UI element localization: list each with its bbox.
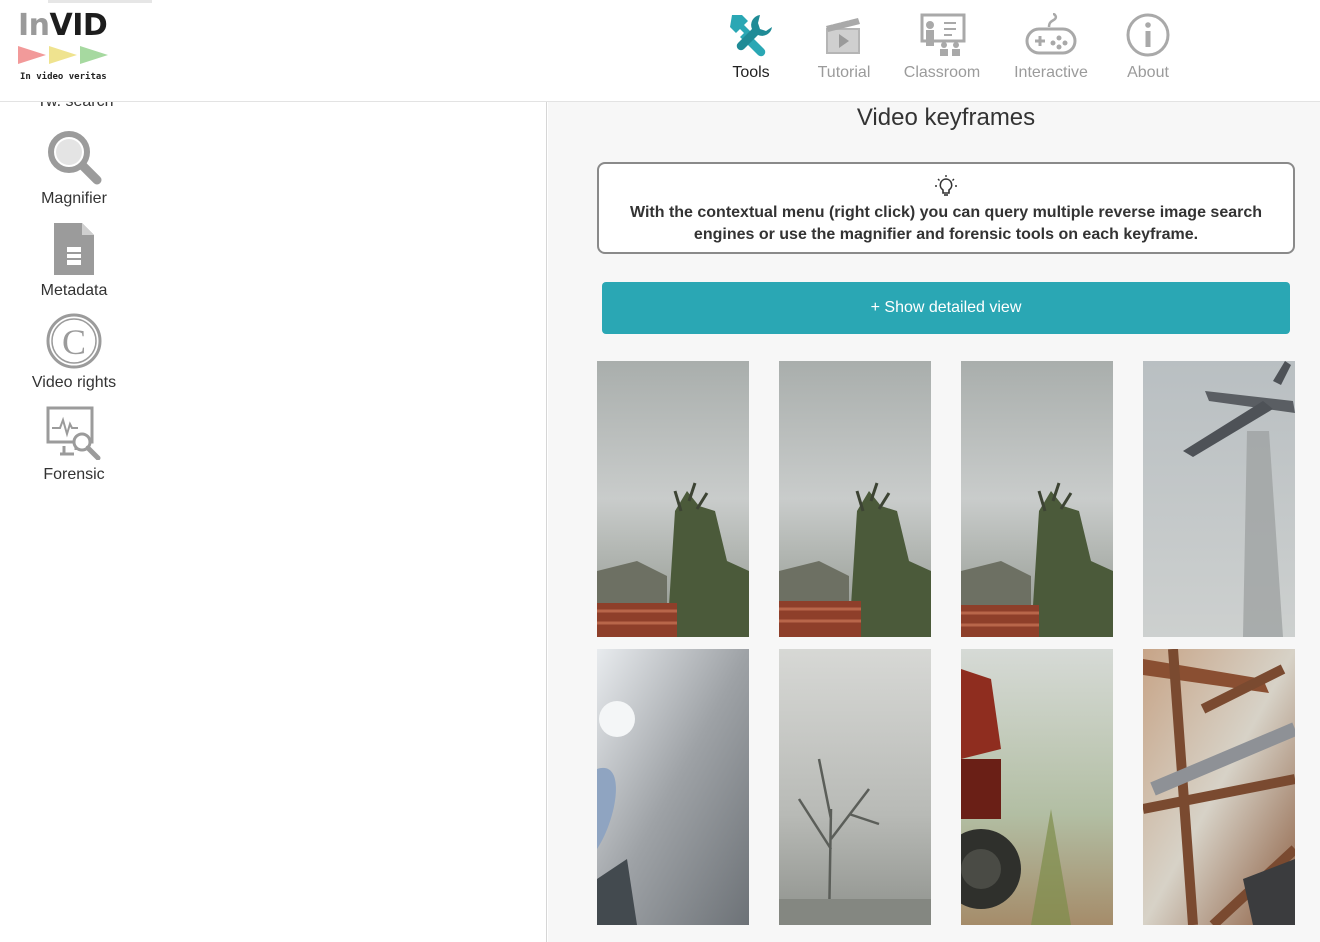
keyframe-4[interactable] [1143,361,1295,637]
keyframe-1[interactable] [597,361,749,637]
sidebar-item-metadata[interactable]: Metadata [24,218,124,300]
tools-sidebar: Tw. search Magnifier Metadata [0,102,547,942]
classroom-icon [894,10,990,60]
gamepad-icon [992,10,1110,60]
main-nav: Tools Tutorial Classroom Interactive Abo… [720,10,1186,82]
main-content: Video keyframes With the contextual menu… [548,102,1320,942]
sidebar-item-forensic[interactable]: Forensic [24,402,124,484]
tools-icon [720,10,782,60]
tip-box: With the contextual menu (right click) y… [597,162,1295,254]
magnifier-icon [24,126,124,188]
forensic-icon [24,402,124,464]
sidebar-item-video-rights[interactable]: C Video rights [24,310,124,392]
copyright-icon: C [24,310,124,372]
nav-tools[interactable]: Tools [720,10,782,82]
keyframe-7[interactable] [961,649,1113,925]
tip-text: With the contextual menu (right click) y… [629,204,1263,243]
keyframe-2[interactable] [779,361,931,637]
nav-tutorial[interactable]: Tutorial [794,10,894,82]
clapperboard-icon [794,10,894,60]
info-icon [1110,10,1186,60]
nav-classroom[interactable]: Classroom [894,10,990,82]
nav-interactive[interactable]: Interactive [992,10,1110,82]
keyframe-3[interactable] [961,361,1113,637]
lightbulb-icon [599,174,1293,198]
sidebar-item-tw-search[interactable]: Tw. search [37,102,113,111]
keyframe-8[interactable] [1143,649,1295,925]
keyframe-5[interactable] [597,649,749,925]
sidebar-item-magnifier[interactable]: Magnifier [24,126,124,208]
invid-logo[interactable]: InVID In video veritas [18,10,128,90]
show-detailed-view-button[interactable]: + Show detailed view [602,282,1290,334]
keyframe-6[interactable] [779,649,931,925]
page-title: Video keyframes [856,104,1036,131]
app-header: InVID In video veritas Tools Tutorial Cl… [0,0,1320,102]
nav-about[interactable]: About [1110,10,1186,82]
logo-arrows-icon [18,46,128,64]
svg-text:C: C [62,322,86,362]
metadata-file-icon [24,218,124,280]
top-scroll-strip [48,0,152,3]
